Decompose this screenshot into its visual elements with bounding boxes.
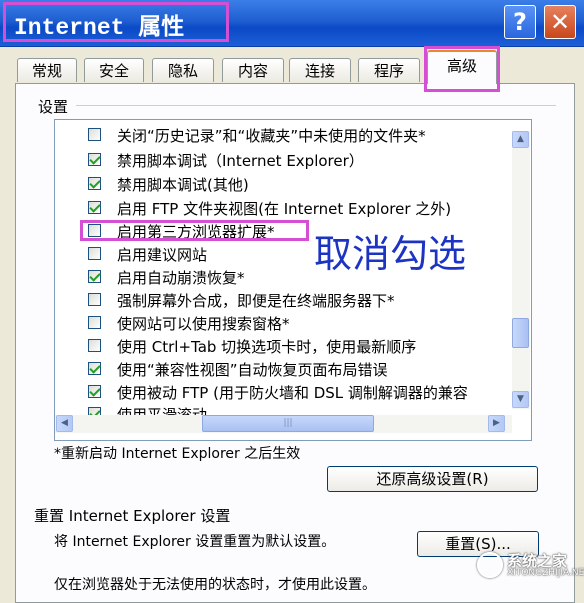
reset-bottom-note: 仅在浏览器处于无法使用的状态时，才使用此设置。 xyxy=(54,577,376,593)
setting-label: 启用自动崩溃恢复* xyxy=(117,269,245,287)
group-divider xyxy=(76,105,556,106)
help-button[interactable]: ? xyxy=(504,5,536,39)
setting-label: 关闭“历史记录”和“收藏夹”中未使用的文件夹* xyxy=(117,127,426,145)
vertical-scrollbar[interactable] xyxy=(512,131,530,409)
watermark-logo-icon xyxy=(477,552,503,578)
tab-programs[interactable]: 程序 xyxy=(358,58,420,82)
triangle-right-icon[interactable]: ▶ xyxy=(488,415,505,432)
setting-label: 禁用脚本调试(其他) xyxy=(117,176,249,194)
checkbox[interactable] xyxy=(88,362,101,375)
annotation-text: 取消勾选 xyxy=(314,232,467,276)
restart-note: *重新启动 Internet Explorer 之后生效 xyxy=(54,446,301,462)
settings-list[interactable]: 关闭“历史记录”和“收藏夹”中未使用的文件夹* 禁用脚本调试（Internet … xyxy=(54,119,532,441)
settings-group-label: 设置 xyxy=(38,98,69,116)
setting-label: 使用“兼容性视图”自动恢复页面布局错误 xyxy=(117,361,388,379)
setting-label: 使网站可以使用搜索窗格* xyxy=(117,315,290,333)
triangle-up-icon[interactable]: ▲ xyxy=(512,131,529,148)
setting-label: 强制屏幕外合成，即便是在终端服务器下* xyxy=(117,292,395,310)
checkbox[interactable] xyxy=(88,247,101,260)
title-bar: Internet 属性 ? ✕ xyxy=(0,0,584,47)
triangle-down-icon[interactable]: ▼ xyxy=(512,391,529,408)
tab-content[interactable]: 内容 xyxy=(222,58,284,82)
annotation-highlight-box xyxy=(80,220,309,241)
horizontal-scroll-thumb[interactable]: ||| xyxy=(202,415,374,432)
checkbox[interactable] xyxy=(88,270,101,283)
watermark-line2: XITONGZHIJIA.NET xyxy=(507,568,584,578)
vertical-scroll-thumb[interactable] xyxy=(512,318,529,348)
restore-advanced-button[interactable]: 还原高级设置(R) xyxy=(327,466,538,492)
tab-security[interactable]: 安全 xyxy=(84,58,144,82)
reset-description: 将 Internet Explorer 设置重置为默认设置。 xyxy=(54,534,336,550)
triangle-left-icon[interactable]: ◀ xyxy=(56,415,73,432)
checkbox[interactable] xyxy=(88,316,101,329)
setting-label: 使用被动 FTP (用于防火墙和 DSL 调制解调器的兼容 xyxy=(117,384,468,402)
setting-label: 启用 FTP 文件夹视图(在 Internet Explorer 之外) xyxy=(117,200,452,218)
reset-section-title: 重置 Internet Explorer 设置 xyxy=(34,507,231,525)
checkbox[interactable] xyxy=(88,201,101,214)
close-button[interactable]: ✕ xyxy=(544,5,576,39)
tab-general[interactable]: 常规 xyxy=(17,58,77,82)
checkbox[interactable] xyxy=(88,153,101,166)
checkbox[interactable] xyxy=(88,339,101,352)
title-highlight-box xyxy=(3,2,229,42)
tab-privacy[interactable]: 隐私 xyxy=(152,58,214,82)
checkbox[interactable] xyxy=(88,385,101,398)
checkbox[interactable] xyxy=(88,293,101,306)
setting-label: 禁用脚本调试（Internet Explorer） xyxy=(117,152,364,170)
setting-label: 使用 Ctrl+Tab 切换选项卡时，使用最新顺序 xyxy=(117,338,417,356)
checkbox[interactable] xyxy=(88,177,101,190)
watermark: 系统之家 XITONGZHIJIA.NET xyxy=(477,548,584,582)
tab-connections[interactable]: 连接 xyxy=(289,58,351,82)
tab-highlight-box xyxy=(424,46,500,92)
checkbox[interactable] xyxy=(88,128,101,141)
setting-label: 启用建议网站 xyxy=(117,246,208,264)
